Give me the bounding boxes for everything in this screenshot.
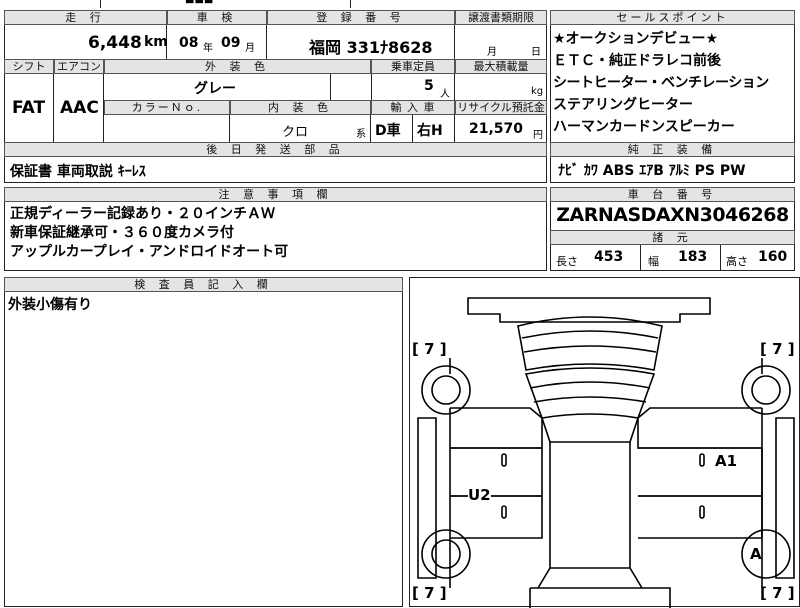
mileage-header: 走 行 bbox=[4, 10, 167, 25]
max-load-unit: kg bbox=[531, 86, 544, 97]
mileage-unit: km bbox=[144, 34, 168, 50]
sales-point-item: シートヒーター・ベンチレーション bbox=[553, 75, 769, 91]
roof-outline bbox=[549, 441, 631, 569]
interior-color-header: 内 装 色 bbox=[230, 100, 371, 115]
exterior-color-value: グレー bbox=[194, 81, 236, 97]
capacity-header: 乗車定員 bbox=[371, 59, 455, 74]
ac-value: AAC bbox=[60, 98, 99, 118]
inspection-cell: 08 年 09 月 bbox=[167, 25, 267, 59]
sales-points-list: ★オークションデビュー★ ＥＴＣ・純正ドラレコ前後 シートヒーター・ベンチレーシ… bbox=[553, 28, 793, 138]
interior-color-value: クロ bbox=[282, 125, 309, 140]
sales-points-header: セールスポイント bbox=[550, 10, 795, 25]
top-cut-text: ■■■ bbox=[185, 0, 213, 5]
car-diagram bbox=[417, 297, 795, 608]
note-line: 正規ディーラー記録あり・２０インチＡＷ bbox=[10, 206, 276, 222]
damage-mark-rear-right-wheel: A bbox=[750, 545, 762, 563]
import-value-2: 右H bbox=[417, 123, 443, 139]
registration-header: 登 録 番 号 bbox=[267, 10, 455, 25]
mileage-value: 6,448 bbox=[88, 33, 142, 53]
max-load-cell: kg bbox=[455, 74, 547, 100]
top-cut-strip: ■■■ bbox=[0, 0, 800, 8]
note-line: アップルカープレイ・アンドロイドオート可 bbox=[10, 244, 289, 260]
front-bumper-outline bbox=[467, 297, 711, 323]
interior-color-cell: クロ 系 bbox=[230, 115, 371, 142]
equipment-header: 純 正 装 備 bbox=[550, 142, 795, 157]
front-left-wheel bbox=[421, 365, 471, 415]
note-line: 新車保証継承可・３６０度カメラ付 bbox=[10, 225, 234, 241]
chassis-value: ZARNASDAXN3046268 bbox=[556, 204, 789, 226]
equipment-value: ﾅﾋﾞ ｶﾜ ABS ｴｱB ｱﾙﾐ PS PW bbox=[558, 163, 746, 179]
transfer-deadline-header: 譲渡書類期限 bbox=[455, 10, 547, 25]
inspection-year-unit: 年 bbox=[203, 43, 213, 54]
recycle-value: 21,570 bbox=[469, 121, 524, 137]
specs-row: 長さ 453 幅 183 高さ 160 bbox=[550, 245, 795, 271]
height-value: 160 bbox=[758, 249, 788, 265]
later-parts-header: 後 日 発 送 部 品 bbox=[4, 142, 547, 157]
width-value: 183 bbox=[678, 249, 708, 265]
color-no-header: カラーＮｏ. bbox=[104, 100, 230, 115]
left-front-door bbox=[450, 407, 543, 449]
tire-mark-front-left: [ 7 ] bbox=[412, 340, 447, 358]
height-label: 高さ bbox=[726, 255, 748, 268]
car-diagram-box: [ 7 ] [ 7 ] [ 7 ] [ 7 ] A1 U2 A bbox=[409, 277, 800, 608]
windshield-outline bbox=[524, 367, 656, 419]
color-no-cell bbox=[104, 115, 230, 142]
recycle-unit: 円 bbox=[533, 130, 543, 141]
sales-point-item: ハーマンカードンスピーカー bbox=[553, 119, 735, 135]
tire-mark-rear-left: [ 7 ] bbox=[412, 584, 447, 602]
transfer-day-unit: 日 bbox=[531, 47, 541, 58]
sales-point-item: ステアリングヒーター bbox=[553, 97, 693, 113]
tire-mark-rear-right: [ 7 ] bbox=[760, 584, 795, 602]
mileage-cell: 6,448 km bbox=[4, 25, 168, 59]
notes-lines: 正規ディーラー記録あり・２０インチＡＷ 新車保証継承可・３６０度カメラ付 アップ… bbox=[10, 205, 540, 262]
inspection-month: 09 bbox=[221, 35, 241, 51]
registration-cell: 福岡 331ﾅ8628 bbox=[267, 25, 455, 59]
capacity-unit: 人 bbox=[440, 89, 450, 100]
recycle-header: リサイクル預託金 bbox=[455, 100, 547, 115]
transfer-deadline-cell: 月 日 bbox=[455, 25, 547, 59]
hood-outline bbox=[517, 316, 663, 371]
specs-header: 諸 元 bbox=[550, 230, 795, 245]
length-label: 長さ bbox=[556, 255, 578, 268]
sales-point-item: ＥＴＣ・純正ドラレコ前後 bbox=[553, 53, 721, 69]
left-rear-door bbox=[450, 495, 543, 539]
shift-cell: FAT bbox=[4, 74, 54, 142]
shift-value: FAT bbox=[12, 98, 46, 118]
notes-header: 注 意 事 項 欄 bbox=[4, 187, 547, 202]
recycle-cell: 21,570 円 bbox=[455, 115, 547, 142]
inspector-header: 検 査 員 記 入 欄 bbox=[4, 277, 403, 292]
damage-mark-left-rear-door: U2 bbox=[468, 486, 491, 504]
right-front-door bbox=[637, 407, 762, 449]
damage-mark-right-front-door: A1 bbox=[715, 452, 738, 470]
front-right-wheel bbox=[741, 365, 791, 415]
chassis-header: 車 台 番 号 bbox=[550, 187, 795, 202]
registration-value: 福岡 331ﾅ8628 bbox=[309, 38, 433, 57]
transfer-month-unit: 月 bbox=[487, 47, 497, 58]
inspector-box bbox=[4, 277, 403, 607]
inspection-year: 08 bbox=[179, 35, 199, 51]
later-parts-value: 保証書 車両取説 ｷｰﾚｽ bbox=[10, 164, 146, 180]
tire-mark-front-right: [ 7 ] bbox=[760, 340, 795, 358]
exterior-color-header: 外 装 色 bbox=[104, 59, 371, 74]
import-header: 輸 入 車 bbox=[371, 100, 455, 115]
inspector-text: 外装小傷有り bbox=[8, 297, 92, 313]
import-cell-2: 右H bbox=[413, 115, 455, 142]
length-value: 453 bbox=[594, 249, 624, 265]
sales-point-item: ★オークションデビュー★ bbox=[553, 31, 719, 47]
ac-cell: AAC bbox=[54, 74, 104, 142]
interior-color-unit: 系 bbox=[356, 129, 366, 140]
inspection-header: 車 検 bbox=[167, 10, 267, 25]
ac-header: エアコン bbox=[54, 59, 104, 74]
inspection-month-unit: 月 bbox=[245, 43, 255, 54]
width-label: 幅 bbox=[648, 255, 659, 268]
shift-header: シフト bbox=[4, 59, 54, 74]
capacity-cell: 5 人 bbox=[371, 74, 455, 100]
max-load-header: 最大積載量 bbox=[455, 59, 547, 74]
later-parts-cell: 保証書 車両取説 ｷｰﾚｽ bbox=[4, 157, 547, 183]
rear-left-wheel bbox=[421, 529, 471, 579]
capacity-value: 5 bbox=[424, 78, 434, 94]
import-cell-1: D車 bbox=[371, 115, 413, 142]
import-value-1: D車 bbox=[375, 123, 401, 139]
